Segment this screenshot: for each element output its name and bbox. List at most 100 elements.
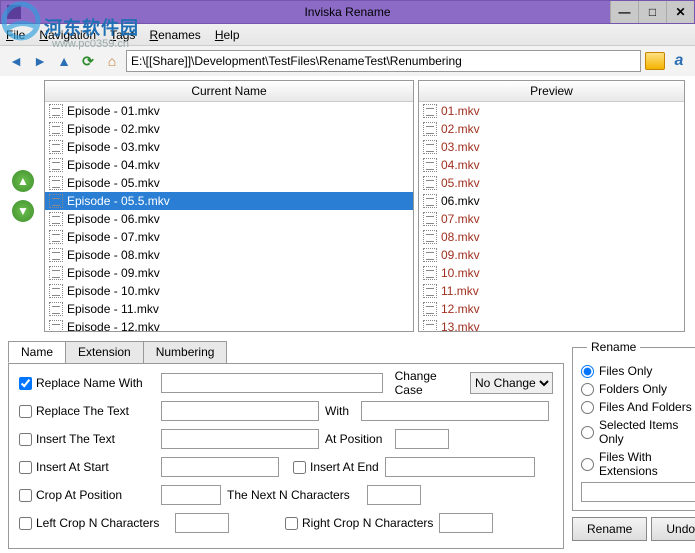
case-toggle-icon[interactable]: a [669, 52, 689, 70]
files-only-radio[interactable]: Files Only [581, 364, 695, 378]
nav-up-icon[interactable]: ▲ [54, 51, 74, 71]
list-item[interactable]: Episode - 02.mkv [45, 120, 413, 138]
rename-group-label: Rename [587, 340, 640, 354]
crop-at-position-input[interactable] [161, 485, 221, 505]
file-icon [423, 230, 437, 244]
list-item[interactable]: Episode - 11.mkv [45, 300, 413, 318]
close-button[interactable]: ✕ [666, 1, 694, 23]
list-item[interactable]: Episode - 08.mkv [45, 246, 413, 264]
extensions-input[interactable] [581, 482, 695, 502]
replace-name-with-check[interactable]: Replace Name With [19, 376, 155, 390]
file-name: Episode - 08.mkv [67, 248, 160, 262]
replace-text-check[interactable]: Replace The Text [19, 404, 155, 418]
home-icon[interactable]: ⌂ [102, 51, 122, 71]
file-icon [49, 104, 63, 118]
files-with-ext-radio[interactable]: Files With Extensions [581, 450, 695, 478]
file-icon [49, 248, 63, 262]
menu-navigation[interactable]: Navigation [39, 28, 96, 42]
left-crop-check[interactable]: Left Crop N Characters [19, 516, 169, 530]
app-icon [7, 5, 21, 19]
file-icon [423, 194, 437, 208]
left-crop-input[interactable] [175, 513, 229, 533]
insert-text-input[interactable] [161, 429, 319, 449]
preview-list[interactable]: 01.mkv02.mkv03.mkv04.mkv05.mkv06.mkv07.m… [419, 102, 684, 331]
file-name: Episode - 12.mkv [67, 320, 160, 331]
list-item[interactable]: Episode - 01.mkv [45, 102, 413, 120]
current-name-header[interactable]: Current Name [45, 81, 413, 102]
folders-only-radio[interactable]: Folders Only [581, 382, 695, 396]
maximize-button[interactable]: □ [638, 1, 666, 23]
list-item[interactable]: Episode - 05.mkv [45, 174, 413, 192]
replace-name-with-input[interactable] [161, 373, 383, 393]
current-name-list[interactable]: Episode - 01.mkvEpisode - 02.mkvEpisode … [45, 102, 413, 331]
file-icon [423, 158, 437, 172]
list-item[interactable]: 07.mkv [419, 210, 684, 228]
list-item[interactable]: Episode - 09.mkv [45, 264, 413, 282]
file-name: 13.mkv [441, 320, 480, 331]
insert-at-start-check[interactable]: Insert At Start [19, 460, 155, 474]
file-icon [49, 176, 63, 190]
list-item[interactable]: Episode - 06.mkv [45, 210, 413, 228]
titlebar: Inviska Rename — □ ✕ [0, 0, 695, 24]
preview-header[interactable]: Preview [419, 81, 684, 102]
list-item[interactable]: 11.mkv [419, 282, 684, 300]
list-item[interactable]: 08.mkv [419, 228, 684, 246]
menu-tags[interactable]: Tags [110, 28, 135, 42]
replace-with-input[interactable] [361, 401, 549, 421]
change-case-select[interactable]: No Change [470, 372, 553, 394]
nav-back-icon[interactable]: ◄ [6, 51, 26, 71]
list-item[interactable]: Episode - 12.mkv [45, 318, 413, 331]
list-item[interactable]: Episode - 04.mkv [45, 156, 413, 174]
files-and-folders-radio[interactable]: Files And Folders [581, 400, 695, 414]
file-icon [423, 104, 437, 118]
list-item[interactable]: 09.mkv [419, 246, 684, 264]
nav-forward-icon[interactable]: ► [30, 51, 50, 71]
insert-at-end-check[interactable]: Insert At End [293, 460, 379, 474]
list-item[interactable]: 12.mkv [419, 300, 684, 318]
list-item[interactable]: 10.mkv [419, 264, 684, 282]
list-item[interactable]: 01.mkv [419, 102, 684, 120]
next-n-input[interactable] [367, 485, 421, 505]
file-name: Episode - 10.mkv [67, 284, 160, 298]
list-item[interactable]: 13.mkv [419, 318, 684, 331]
browse-folder-icon[interactable] [645, 52, 665, 70]
move-down-button[interactable]: ▼ [12, 200, 34, 222]
list-item[interactable]: 03.mkv [419, 138, 684, 156]
tab-extension[interactable]: Extension [65, 341, 144, 363]
replace-text-input[interactable] [161, 401, 319, 421]
minimize-button[interactable]: — [610, 1, 638, 23]
list-item[interactable]: 02.mkv [419, 120, 684, 138]
list-item[interactable]: Episode - 03.mkv [45, 138, 413, 156]
insert-text-check[interactable]: Insert The Text [19, 432, 155, 446]
move-up-button[interactable]: ▲ [12, 170, 34, 192]
insert-at-start-input[interactable] [161, 457, 279, 477]
file-icon [49, 230, 63, 244]
tab-numbering[interactable]: Numbering [143, 341, 228, 363]
refresh-icon[interactable]: ⟳ [78, 51, 98, 71]
settings-tabs: Name Extension Numbering [8, 341, 564, 364]
list-item[interactable]: Episode - 07.mkv [45, 228, 413, 246]
selected-items-radio[interactable]: Selected Items Only [581, 418, 695, 446]
menu-renames[interactable]: Renames [149, 28, 200, 42]
list-item[interactable]: Episode - 05.5.mkv [45, 192, 413, 210]
crop-at-position-check[interactable]: Crop At Position [19, 488, 155, 502]
next-n-label: The Next N Characters [227, 488, 361, 502]
file-name: 10.mkv [441, 266, 480, 280]
file-icon [423, 176, 437, 190]
right-crop-input[interactable] [439, 513, 493, 533]
at-position-input[interactable] [395, 429, 449, 449]
list-item[interactable]: 04.mkv [419, 156, 684, 174]
menu-file[interactable]: File [6, 28, 25, 42]
tab-name[interactable]: Name [8, 341, 66, 363]
undo-button[interactable]: Undo [651, 517, 695, 541]
file-icon [49, 194, 63, 208]
menu-help[interactable]: Help [215, 28, 240, 42]
right-crop-check[interactable]: Right Crop N Characters [285, 516, 433, 530]
insert-at-end-input[interactable] [385, 457, 535, 477]
list-item[interactable]: 06.mkv [419, 192, 684, 210]
list-item[interactable]: 05.mkv [419, 174, 684, 192]
list-item[interactable]: Episode - 10.mkv [45, 282, 413, 300]
path-input[interactable] [126, 50, 641, 72]
rename-button[interactable]: Rename [572, 517, 647, 541]
window-title: Inviska Rename [304, 5, 390, 19]
